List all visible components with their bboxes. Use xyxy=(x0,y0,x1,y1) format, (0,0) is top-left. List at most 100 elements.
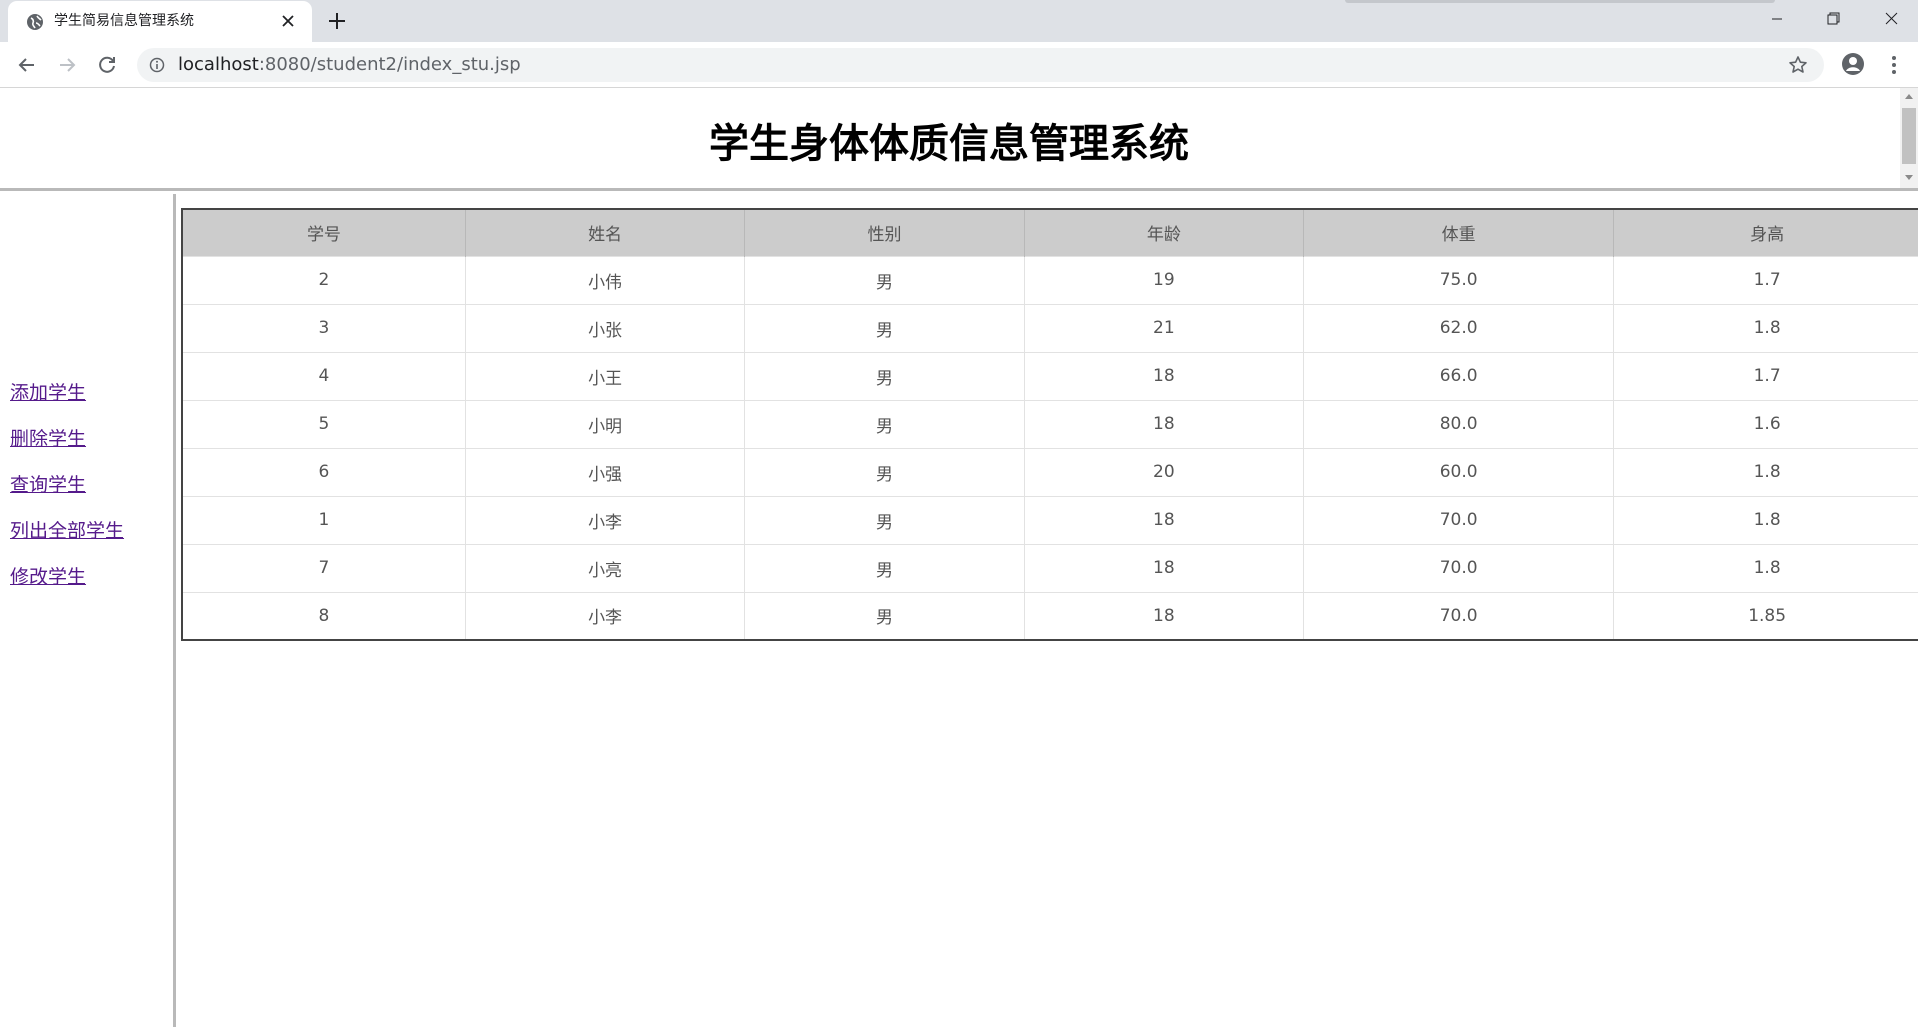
table-cell: 62.0 xyxy=(1303,303,1615,352)
notification-bubble xyxy=(1345,0,1775,3)
table-cell: 70.0 xyxy=(1303,495,1615,544)
url-host: localhost xyxy=(178,54,259,75)
table-cell: 小张 xyxy=(465,303,746,352)
table-cell: 男 xyxy=(744,543,1025,592)
table-cell: 66.0 xyxy=(1303,351,1615,400)
bookmark-star-icon[interactable] xyxy=(1788,55,1808,75)
table-row: 6 小强 男 20 60.0 1.8 xyxy=(182,447,1918,496)
table-cell: 1.8 xyxy=(1613,303,1918,352)
table-cell: 18 xyxy=(1024,591,1305,640)
table-cell: 小王 xyxy=(465,351,746,400)
table-cell: 18 xyxy=(1024,351,1305,400)
header-frame: 学生身体体质信息管理系统 xyxy=(0,88,1918,191)
table-cell: 18 xyxy=(1024,399,1305,448)
list-all-students-link[interactable]: 列出全部学生 xyxy=(10,518,124,544)
table-cell: 男 xyxy=(744,351,1025,400)
table-cell: 小明 xyxy=(465,399,746,448)
side-menu: 添加学生 删除学生 查询学生 列出全部学生 修改学生 xyxy=(10,380,124,610)
query-student-link[interactable]: 查询学生 xyxy=(10,472,124,498)
info-icon[interactable] xyxy=(149,57,165,73)
table-cell: 4 xyxy=(182,351,466,400)
add-student-link[interactable]: 添加学生 xyxy=(10,380,124,406)
table-cell: 1.8 xyxy=(1613,447,1918,496)
table-cell: 小亮 xyxy=(465,543,746,592)
table-cell: 小李 xyxy=(465,591,746,640)
table-cell: 70.0 xyxy=(1303,543,1615,592)
table-cell: 1.8 xyxy=(1613,543,1918,592)
address-bar[interactable]: localhost:8080/student2/index_stu.jsp xyxy=(137,48,1824,82)
table-cell: 2 xyxy=(182,255,466,304)
tab-title: 学生简易信息管理系统 xyxy=(54,13,194,29)
column-header: 身高 xyxy=(1613,209,1918,256)
url-text[interactable]: localhost:8080/student2/index_stu.jsp xyxy=(178,54,521,76)
minimize-icon[interactable] xyxy=(1750,0,1804,40)
table-cell: 60.0 xyxy=(1303,447,1615,496)
table-cell: 男 xyxy=(744,255,1025,304)
back-arrow-icon[interactable] xyxy=(14,52,40,78)
table-cell: 1.6 xyxy=(1613,399,1918,448)
table-cell: 70.0 xyxy=(1303,591,1615,640)
new-tab-icon[interactable] xyxy=(326,10,348,32)
close-tab-icon[interactable] xyxy=(278,11,298,31)
table-cell: 小李 xyxy=(465,495,746,544)
main-frame: 学号 姓名 性别 年龄 体重 身高 2 小伟 男 19 75.0 1.7 3 小… xyxy=(179,194,1918,1027)
column-header: 性别 xyxy=(744,209,1025,256)
table-row: 3 小张 男 21 62.0 1.8 xyxy=(182,303,1918,352)
table-cell: 18 xyxy=(1024,495,1305,544)
table-cell: 1 xyxy=(182,495,466,544)
student-table: 学号 姓名 性别 年龄 体重 身高 2 小伟 男 19 75.0 1.7 3 小… xyxy=(181,208,1918,641)
profile-avatar-icon[interactable] xyxy=(1840,51,1866,77)
reload-icon[interactable] xyxy=(94,52,120,78)
table-row: 2 小伟 男 19 75.0 1.7 xyxy=(182,255,1918,304)
table-cell: 1.85 xyxy=(1613,591,1918,640)
table-cell: 21 xyxy=(1024,303,1305,352)
table-cell: 18 xyxy=(1024,543,1305,592)
table-cell: 1.7 xyxy=(1613,351,1918,400)
header-scrollbar[interactable] xyxy=(1900,88,1918,188)
restore-icon[interactable] xyxy=(1806,0,1860,40)
column-header: 姓名 xyxy=(465,209,746,256)
table-cell: 3 xyxy=(182,303,466,352)
column-header: 学号 xyxy=(182,209,466,256)
browser-tab[interactable]: 学生简易信息管理系统 xyxy=(8,1,312,42)
forward-arrow-icon[interactable] xyxy=(54,52,80,78)
more-menu-icon[interactable] xyxy=(1882,52,1906,78)
table-cell: 6 xyxy=(182,447,466,496)
delete-student-link[interactable]: 删除学生 xyxy=(10,426,124,452)
table-cell: 男 xyxy=(744,495,1025,544)
table-cell: 1.7 xyxy=(1613,255,1918,304)
tab-strip: 学生简易信息管理系统 xyxy=(0,0,1918,42)
table-cell: 男 xyxy=(744,591,1025,640)
column-header: 体重 xyxy=(1303,209,1615,256)
table-cell: 1.8 xyxy=(1613,495,1918,544)
table-cell: 80.0 xyxy=(1303,399,1615,448)
table-row: 4 小王 男 18 66.0 1.7 xyxy=(182,351,1918,400)
table-cell: 男 xyxy=(744,303,1025,352)
table-cell: 男 xyxy=(744,447,1025,496)
scroll-up-arrow-icon[interactable] xyxy=(1905,94,1913,99)
table-cell: 8 xyxy=(182,591,466,640)
left-nav-frame: 添加学生 删除学生 查询学生 列出全部学生 修改学生 xyxy=(0,194,176,1027)
table-cell: 7 xyxy=(182,543,466,592)
scroll-thumb[interactable] xyxy=(1902,108,1916,164)
url-path: :8080/student2/index_stu.jsp xyxy=(258,54,521,75)
column-header: 年龄 xyxy=(1024,209,1305,256)
globe-icon xyxy=(27,14,43,30)
table-row: 8 小李 男 18 70.0 1.85 xyxy=(182,591,1918,640)
table-body: 2 小伟 男 19 75.0 1.7 3 小张 男 21 62.0 1.8 4 … xyxy=(182,255,1918,640)
table-row: 7 小亮 男 18 70.0 1.8 xyxy=(182,543,1918,592)
table-row: 5 小明 男 18 80.0 1.6 xyxy=(182,399,1918,448)
edit-student-link[interactable]: 修改学生 xyxy=(10,564,124,590)
scroll-down-arrow-icon[interactable] xyxy=(1905,175,1913,180)
close-window-icon[interactable] xyxy=(1864,0,1918,40)
table-header-row: 学号 姓名 性别 年龄 体重 身高 xyxy=(182,209,1918,256)
page-title: 学生身体体质信息管理系统 xyxy=(709,121,1189,167)
table-row: 1 小李 男 18 70.0 1.8 xyxy=(182,495,1918,544)
table-cell: 小强 xyxy=(465,447,746,496)
table-cell: 5 xyxy=(182,399,466,448)
browser-toolbar: localhost:8080/student2/index_stu.jsp xyxy=(0,42,1918,88)
table-cell: 小伟 xyxy=(465,255,746,304)
table-cell: 男 xyxy=(744,399,1025,448)
table-cell: 19 xyxy=(1024,255,1305,304)
table-cell: 75.0 xyxy=(1303,255,1615,304)
